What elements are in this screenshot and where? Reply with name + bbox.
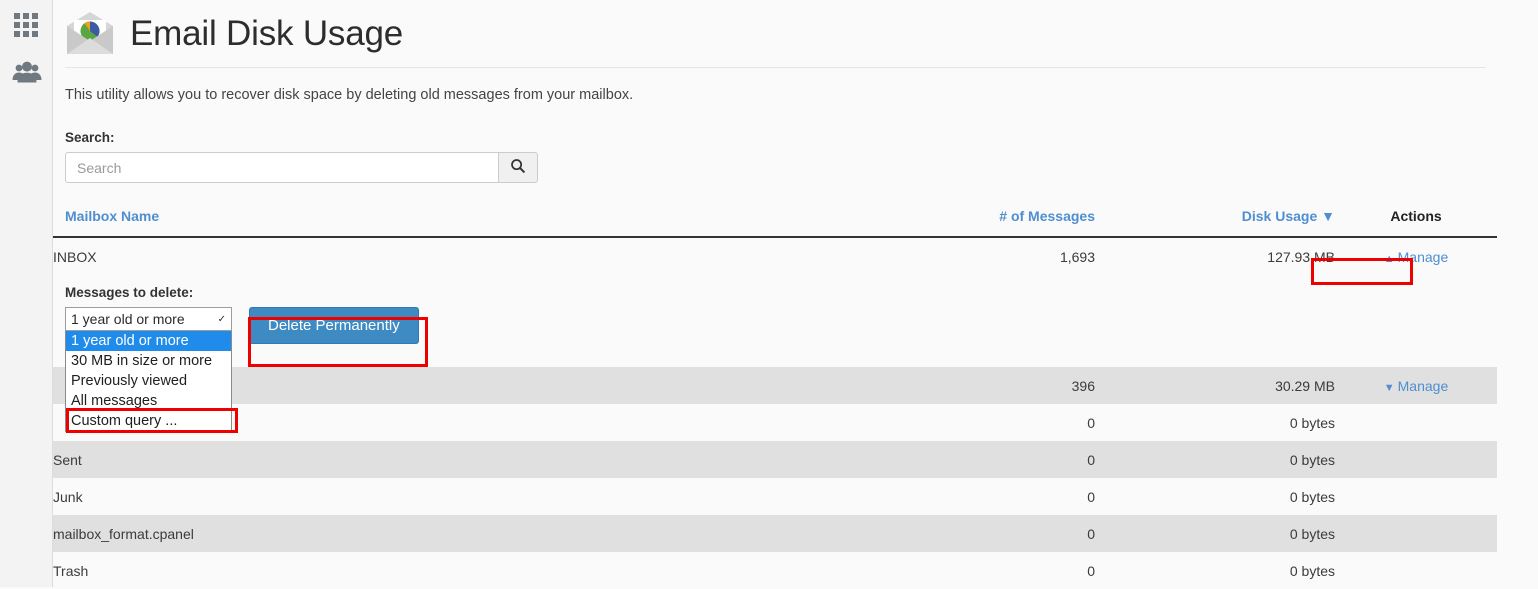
- expanded-delete-panel-row: Messages to delete: 1 year old or more ✓…: [53, 275, 1497, 432]
- select-option-custom-query[interactable]: Custom query ...: [66, 411, 231, 431]
- cell-actions: [1335, 515, 1497, 552]
- cell-mailbox-name: INBOX: [53, 237, 755, 275]
- search-input[interactable]: [65, 152, 498, 183]
- cell-mailbox-name: Junk: [53, 478, 755, 515]
- cell-message-count: 0: [755, 404, 1095, 441]
- cell-disk-usage: 0 bytes: [1095, 404, 1335, 441]
- cell-message-count: 0: [755, 478, 1095, 515]
- cell-actions[interactable]: ▲ Manage: [1335, 237, 1497, 275]
- column-header-mailbox-name[interactable]: Mailbox Name: [53, 208, 755, 238]
- intro-text: This utility allows you to recover disk …: [65, 87, 634, 103]
- search-label: Search:: [65, 130, 115, 145]
- cell-actions: [1335, 404, 1497, 441]
- grid-icon: [13, 13, 40, 39]
- table-row[interactable]: Trash 0 0 bytes: [53, 552, 1497, 589]
- manage-link-inbox[interactable]: ▲ Manage: [1384, 249, 1448, 265]
- mailbox-usage-table: Mailbox Name # of Messages Disk Usage ▼ …: [53, 208, 1497, 589]
- select-option-previously-viewed[interactable]: Previously viewed: [66, 371, 231, 391]
- messages-to-delete-label: Messages to delete:: [65, 285, 194, 300]
- column-header-actions: Actions: [1335, 208, 1497, 238]
- cell-disk-usage: 0 bytes: [1095, 552, 1335, 589]
- page-header: Email Disk Usage: [53, 0, 1538, 58]
- table-header-row: Mailbox Name # of Messages Disk Usage ▼ …: [53, 208, 1497, 238]
- table-row[interactable]: Sent 0 0 bytes: [53, 441, 1497, 478]
- table-row[interactable]: 396 30.29 MB ▼ Manage: [53, 367, 1497, 404]
- table-row[interactable]: Junk 0 0 bytes: [53, 478, 1497, 515]
- column-header-disk-usage[interactable]: Disk Usage ▼: [1095, 208, 1335, 238]
- table-row[interactable]: INBOX 1,693 127.93 MB ▲ Manage: [53, 237, 1497, 275]
- cell-disk-usage: 0 bytes: [1095, 441, 1335, 478]
- search-group: [65, 152, 1538, 183]
- manage-link[interactable]: ▼ Manage: [1384, 378, 1448, 394]
- main-content: Email Disk Usage This utility allows you…: [53, 0, 1538, 589]
- cell-actions: [1335, 552, 1497, 589]
- cell-message-count: 0: [755, 552, 1095, 589]
- cell-mailbox-name: mailbox_format.cpanel: [53, 515, 755, 552]
- chevron-down-icon: ✓: [217, 313, 226, 325]
- users-icon: [12, 60, 42, 89]
- cell-message-count: 396: [755, 367, 1095, 404]
- cell-disk-usage: 0 bytes: [1095, 515, 1335, 552]
- messages-to-delete-select-wrap: 1 year old or more ✓ 1 year old or more …: [65, 307, 232, 432]
- expanded-panel-cell: Messages to delete: 1 year old or more ✓…: [53, 275, 1497, 432]
- cell-message-count: 0: [755, 515, 1095, 552]
- cell-actions: [1335, 478, 1497, 515]
- cell-mailbox-name: Sent: [53, 441, 755, 478]
- search-block: Search:: [53, 103, 1538, 183]
- search-icon: [510, 158, 526, 177]
- page-title: Email Disk Usage: [130, 13, 403, 53]
- select-option-30-mb-in-size-or-more[interactable]: 30 MB in size or more: [66, 351, 231, 371]
- column-header-message-count[interactable]: # of Messages: [755, 208, 1095, 238]
- cell-disk-usage: 30.29 MB: [1095, 367, 1335, 404]
- sidebar-item-apps-grid[interactable]: [0, 2, 53, 50]
- sidebar: [0, 0, 53, 587]
- messages-to-delete-options-list[interactable]: 1 year old or more 30 MB in size or more…: [65, 331, 232, 432]
- chevron-down-icon: ▼: [1383, 381, 1395, 394]
- cell-message-count: 1,693: [755, 237, 1095, 275]
- cell-disk-usage: 0 bytes: [1095, 478, 1335, 515]
- email-pie-chart-icon: [64, 10, 116, 56]
- messages-to-delete-select[interactable]: 1 year old or more ✓: [65, 307, 232, 331]
- cell-disk-usage: 127.93 MB: [1095, 237, 1335, 275]
- select-option-1-year-old-or-more[interactable]: 1 year old or more: [66, 331, 231, 351]
- table-row[interactable]: 0 0 bytes: [53, 404, 1497, 441]
- delete-controls: 1 year old or more ✓ 1 year old or more …: [65, 307, 1497, 432]
- cell-actions[interactable]: ▼ Manage: [1335, 367, 1497, 404]
- chevron-up-icon: ▲: [1383, 252, 1395, 265]
- cell-actions: [1335, 441, 1497, 478]
- sidebar-item-user-manager[interactable]: [0, 50, 53, 98]
- messages-to-delete-panel: Messages to delete: 1 year old or more ✓…: [53, 275, 1497, 432]
- select-selected-value: 1 year old or more: [71, 311, 185, 327]
- search-button[interactable]: [498, 152, 538, 183]
- cell-mailbox-name: Trash: [53, 552, 755, 589]
- delete-permanently-button[interactable]: Delete Permanently: [249, 307, 419, 344]
- table-row[interactable]: mailbox_format.cpanel 0 0 bytes: [53, 515, 1497, 552]
- cell-message-count: 0: [755, 441, 1095, 478]
- select-option-all-messages[interactable]: All messages: [66, 391, 231, 411]
